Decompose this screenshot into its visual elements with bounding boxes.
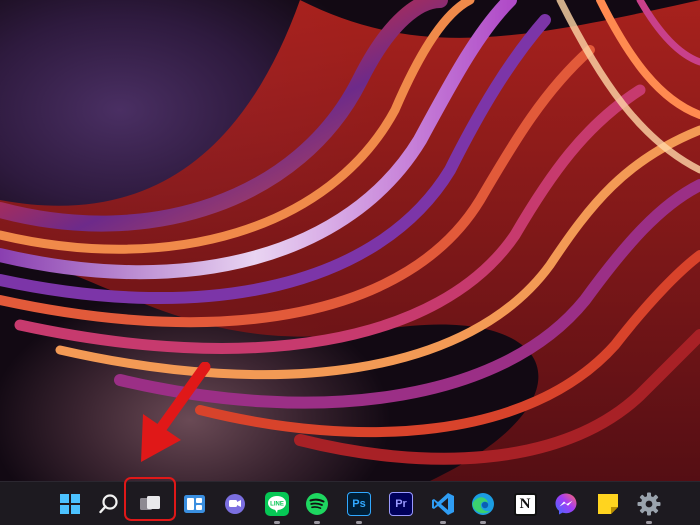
premiere-pro-icon: Pr [389,492,413,516]
messenger-icon [555,493,577,515]
notion-button[interactable]: N [510,489,540,519]
windows-logo-icon [60,494,80,514]
running-indicator [646,521,652,524]
messenger-button[interactable] [551,489,581,519]
teams-chat-button[interactable] [220,489,250,519]
widgets-button[interactable] [180,489,210,519]
start-button[interactable] [55,489,85,519]
widgets-icon [184,495,205,513]
search-icon [99,494,118,514]
running-indicator [274,521,280,524]
running-indicator [314,521,320,524]
red-arrow-icon [141,362,211,462]
line-icon-label: LINE [270,502,284,508]
running-indicator [356,521,362,524]
running-indicator [440,521,446,524]
task-view-highlight [124,477,176,521]
line-app-button[interactable]: LINE [262,489,292,524]
premiere-pro-icon-label: Pr [395,497,407,510]
line-icon: LINE [265,492,289,516]
vs-code-icon [432,493,454,515]
sticky-notes-button[interactable] [593,489,623,519]
desktop [0,0,700,481]
taskbar: LINE Ps Pr N [0,481,700,525]
notion-icon: N [513,492,537,516]
teams-chat-icon [225,494,245,514]
search-button[interactable] [94,489,124,519]
sticky-notes-icon [598,494,618,514]
wallpaper [0,0,700,481]
running-indicator [480,521,486,524]
photoshop-button[interactable]: Ps [344,489,374,524]
spotify-button[interactable] [302,489,332,524]
premiere-pro-button[interactable]: Pr [386,489,416,519]
edge-icon [472,493,494,515]
spotify-icon [306,493,328,515]
gear-icon [637,492,661,516]
notion-icon-label: N [519,495,531,512]
settings-button[interactable] [634,489,664,524]
vs-code-button[interactable] [428,489,458,524]
edge-button[interactable] [468,489,498,524]
photoshop-icon-label: Ps [352,497,366,510]
photoshop-icon: Ps [347,492,371,516]
